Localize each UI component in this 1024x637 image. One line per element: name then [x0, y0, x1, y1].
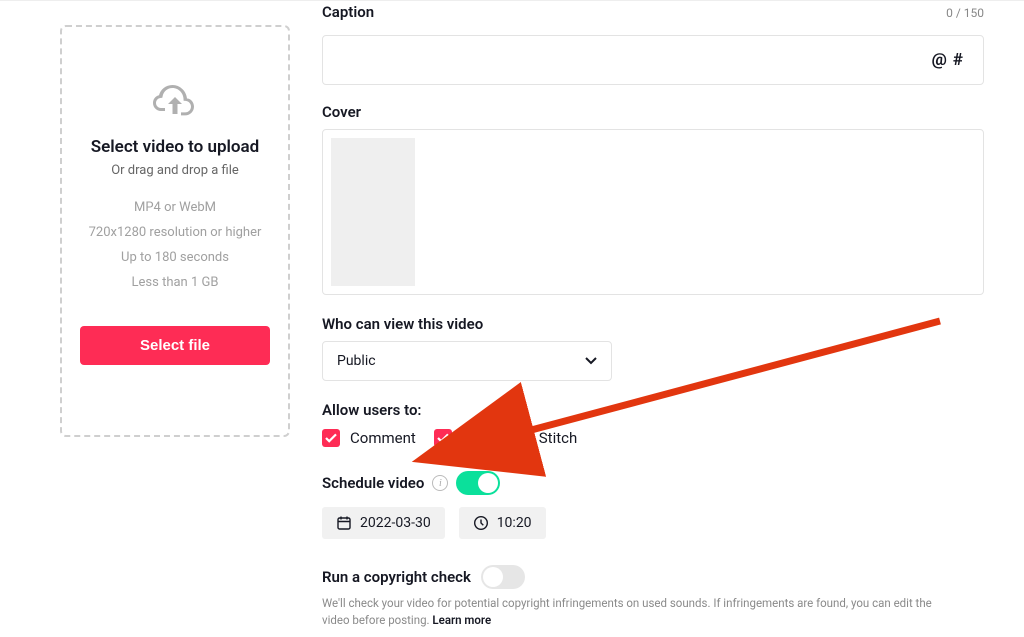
- info-icon[interactable]: i: [432, 475, 448, 491]
- select-file-button[interactable]: Select file: [80, 326, 270, 365]
- cover-thumbnail[interactable]: [331, 138, 415, 286]
- privacy-selected-value: Public: [337, 353, 376, 369]
- checkmark-icon: [434, 429, 452, 447]
- upload-spec: MP4 or WebM: [134, 200, 216, 215]
- schedule-toggle[interactable]: [456, 471, 500, 495]
- schedule-date-picker[interactable]: 2022-03-30: [322, 507, 445, 539]
- upload-form: Caption 0 / 150 @# Cover Who can view th…: [322, 1, 984, 637]
- allow-duet-checkbox[interactable]: Duet: [434, 429, 493, 447]
- upload-dropzone[interactable]: Select video to upload Or drag and drop …: [60, 25, 290, 437]
- allow-label: Allow users to:: [322, 401, 984, 419]
- schedule-label: Schedule video: [322, 474, 424, 492]
- caption-label: Caption: [322, 3, 374, 21]
- allow-stitch-checkbox[interactable]: Stitch: [511, 429, 577, 447]
- upload-spec: 720x1280 resolution or higher: [89, 225, 262, 240]
- allow-comment-checkbox[interactable]: Comment: [322, 429, 416, 447]
- copyright-toggle[interactable]: [481, 565, 525, 589]
- cover-label: Cover: [322, 103, 984, 121]
- upload-subtitle: Or drag and drop a file: [111, 163, 239, 178]
- allow-option-label: Comment: [350, 429, 416, 447]
- upload-cloud-icon: [153, 85, 197, 123]
- copyright-label: Run a copyright check: [322, 568, 471, 586]
- calendar-icon: [336, 515, 352, 531]
- schedule-date-value: 2022-03-30: [360, 515, 431, 531]
- privacy-select[interactable]: Public: [322, 341, 612, 381]
- allow-option-label: Duet: [462, 429, 493, 447]
- checkmark-icon: [511, 429, 529, 447]
- upload-spec: Less than 1 GB: [132, 275, 219, 290]
- caption-input[interactable]: @#: [322, 35, 984, 85]
- chevron-down-icon: [585, 357, 597, 365]
- clock-icon: [473, 515, 489, 531]
- copyright-description: We'll check your video for potential cop…: [322, 595, 942, 630]
- schedule-time-picker[interactable]: 10:20: [459, 507, 546, 539]
- hashtag-icon[interactable]: #: [953, 50, 969, 70]
- privacy-label: Who can view this video: [322, 315, 984, 333]
- upload-spec: Up to 180 seconds: [121, 250, 229, 265]
- learn-more-link[interactable]: Learn more: [432, 613, 491, 627]
- cover-selector[interactable]: [322, 129, 984, 295]
- schedule-time-value: 10:20: [497, 515, 532, 531]
- caption-char-count: 0 / 150: [946, 6, 984, 20]
- allow-option-label: Stitch: [539, 429, 577, 447]
- mention-icon[interactable]: @: [932, 50, 953, 70]
- upload-title: Select video to upload: [91, 137, 260, 157]
- checkmark-icon: [322, 429, 340, 447]
